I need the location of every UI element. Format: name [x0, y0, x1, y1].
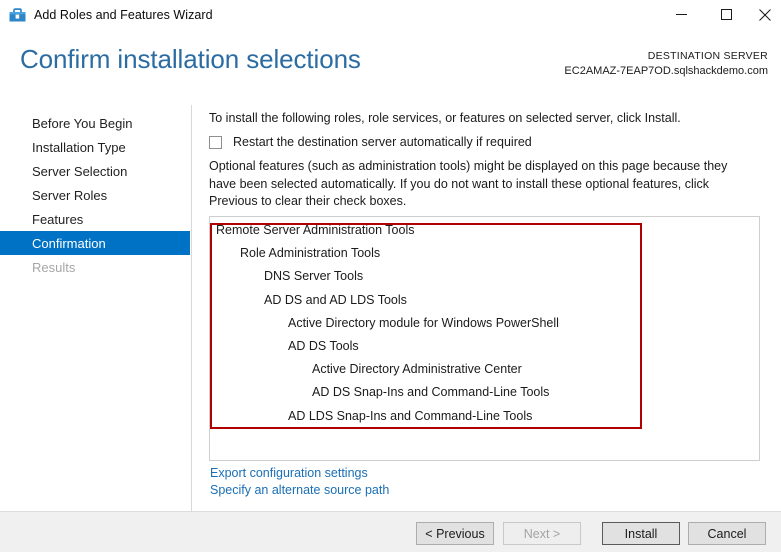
page-title: Confirm installation selections: [20, 44, 361, 75]
feature-list-item: Active Directory module for Windows Powe…: [210, 316, 759, 330]
feature-list-item: DNS Server Tools: [210, 269, 759, 283]
page-header: Confirm installation selections DESTINAT…: [0, 30, 781, 105]
feature-list-item-label: Role Administration Tools: [240, 246, 380, 260]
sidebar-item-label: Confirmation: [32, 236, 106, 251]
maximize-icon[interactable]: [704, 0, 749, 29]
main-content: To install the following roles, role ser…: [192, 105, 781, 511]
feature-list-item-label: DNS Server Tools: [264, 269, 363, 283]
sidebar-item-confirmation[interactable]: Confirmation: [0, 231, 190, 255]
feature-list-item-label: Active Directory Administrative Center: [312, 362, 522, 376]
next-button: Next >: [503, 522, 581, 545]
sidebar-item-features[interactable]: Features: [0, 207, 190, 231]
close-icon[interactable]: [749, 0, 781, 29]
sidebar-item-server-roles[interactable]: Server Roles: [0, 183, 190, 207]
feature-list-item-label: AD DS Snap-Ins and Command-Line Tools: [312, 385, 549, 399]
sidebar-item-label: Results: [32, 260, 75, 275]
feature-list-item: Role Administration Tools: [210, 246, 759, 260]
feature-list-item-label: Active Directory module for Windows Powe…: [288, 316, 559, 330]
specify-alternate-source-path-link[interactable]: Specify an alternate source path: [210, 483, 389, 497]
destination-server-label: DESTINATION SERVER: [648, 50, 768, 62]
restart-checkbox-row[interactable]: Restart the destination server automatic…: [209, 135, 532, 149]
sidebar-item-label: Before You Begin: [32, 116, 132, 131]
feature-list-item-label: AD DS Tools: [288, 339, 359, 353]
previous-button[interactable]: < Previous: [416, 522, 494, 545]
feature-list-item-label: Remote Server Administration Tools: [216, 223, 414, 237]
feature-list-item: AD DS Tools: [210, 339, 759, 353]
destination-server-name: EC2AMAZ-7EAP7OD.sqlshackdemo.com: [564, 65, 768, 77]
feature-list-item-label: AD DS and AD LDS Tools: [264, 293, 407, 307]
add-roles-and-features-wizard-window: Add Roles and Features Wizard Confirm in…: [0, 0, 781, 552]
selected-features-list[interactable]: Remote Server Administration Tools Role A…: [209, 216, 760, 461]
minimize-icon[interactable]: [659, 0, 704, 29]
optional-features-note: Optional features (such as administratio…: [209, 158, 755, 211]
feature-list-item: AD DS and AD LDS Tools: [210, 293, 759, 307]
feature-list-item: AD DS Snap-Ins and Command-Line Tools: [210, 385, 759, 399]
feature-list-item: AD LDS Snap-Ins and Command-Line Tools: [210, 409, 759, 423]
footer-bar: < Previous Next > Install Cancel: [0, 512, 781, 552]
sidebar-item-label: Server Selection: [32, 164, 127, 179]
wizard-step-nav: Before You Begin Installation Type Server …: [0, 105, 192, 511]
window-title: Add Roles and Features Wizard: [34, 8, 213, 22]
title-bar: Add Roles and Features Wizard: [0, 0, 781, 30]
sidebar-item-installation-type[interactable]: Installation Type: [0, 135, 190, 159]
feature-list-item: Active Directory Administrative Center: [210, 362, 759, 376]
export-configuration-settings-link[interactable]: Export configuration settings: [210, 466, 368, 480]
cancel-button[interactable]: Cancel: [688, 522, 766, 545]
restart-checkbox-label: Restart the destination server automatic…: [233, 135, 532, 149]
sidebar-item-server-selection[interactable]: Server Selection: [0, 159, 190, 183]
feature-list-item-label: AD LDS Snap-Ins and Command-Line Tools: [288, 409, 532, 423]
sidebar-item-label: Features: [32, 212, 83, 227]
install-button[interactable]: Install: [602, 522, 680, 545]
sidebar-item-label: Installation Type: [32, 140, 126, 155]
sidebar-item-label: Server Roles: [32, 188, 107, 203]
feature-list-item: Remote Server Administration Tools: [210, 223, 759, 237]
sidebar-item-before-you-begin[interactable]: Before You Begin: [0, 111, 190, 135]
toolbox-icon: [9, 7, 26, 23]
restart-checkbox[interactable]: [209, 136, 222, 149]
sidebar-item-results: Results: [0, 255, 190, 279]
intro-text: To install the following roles, role ser…: [209, 110, 769, 127]
